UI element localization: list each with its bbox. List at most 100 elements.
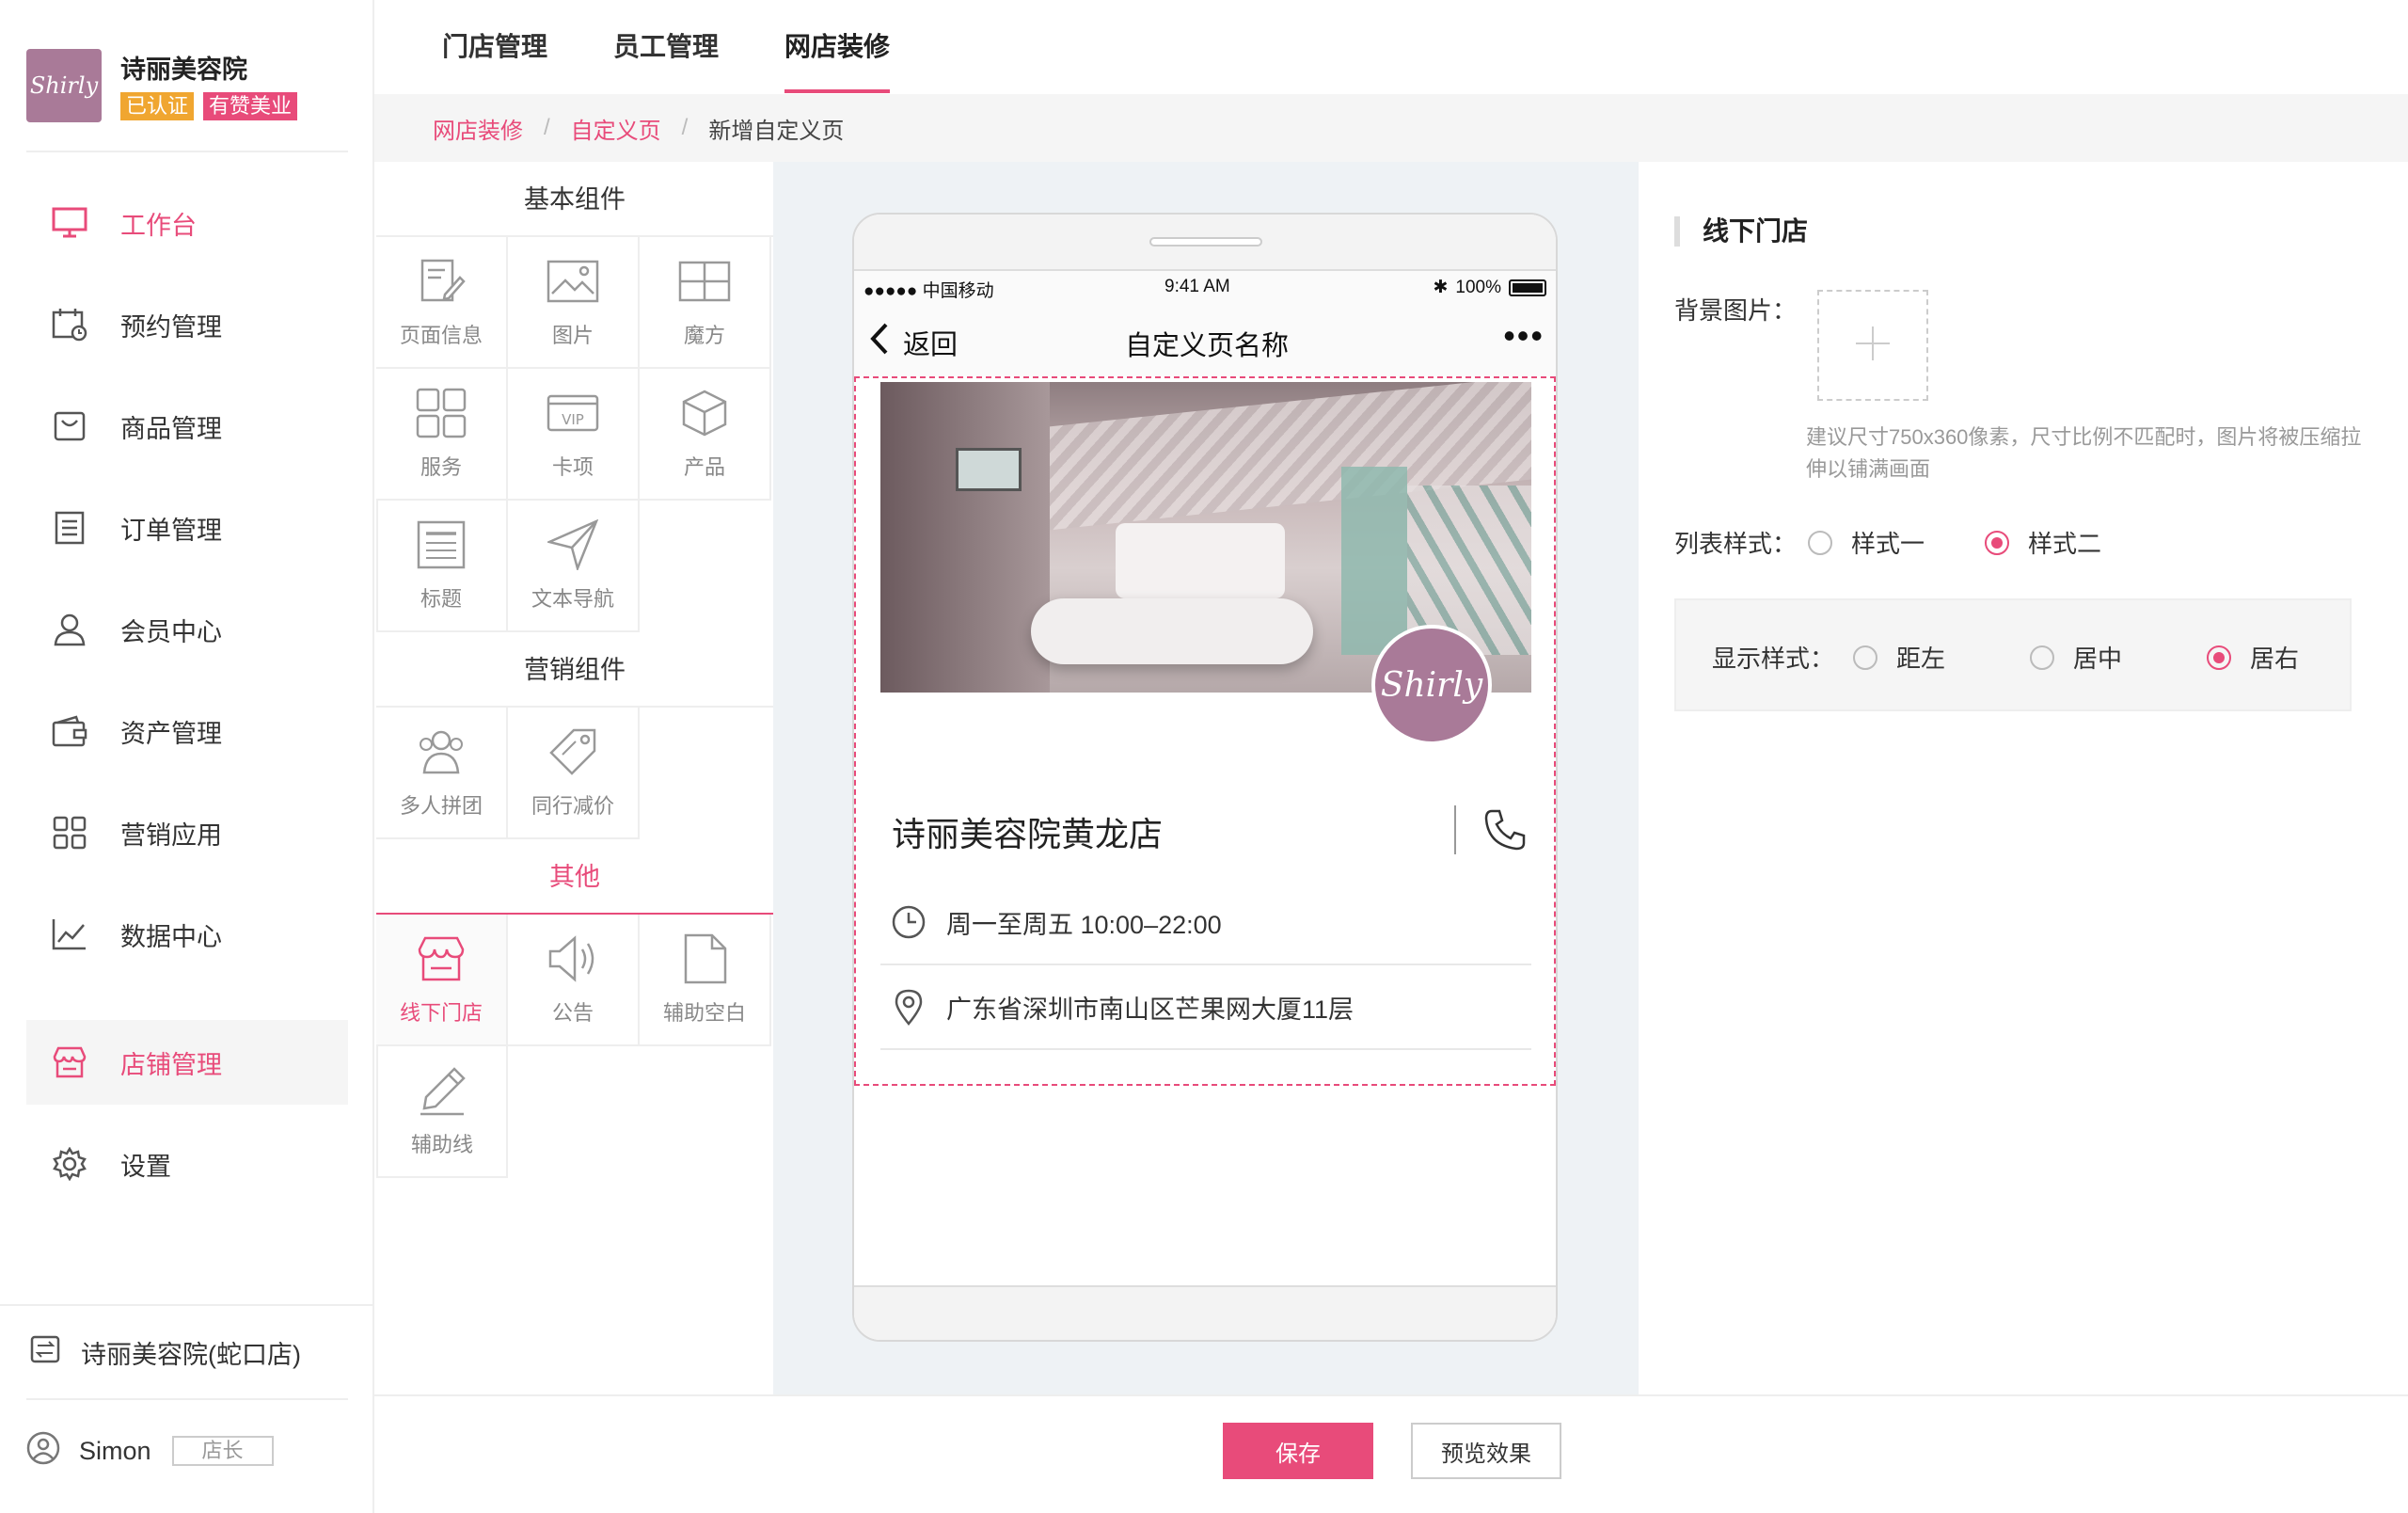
sidebar-item-label: 设置: [120, 1152, 171, 1181]
back-button[interactable]: 返回: [867, 322, 958, 363]
sidebar-item-label: 订单管理: [120, 516, 222, 545]
battery-status: ✱ 100%: [1433, 277, 1546, 298]
component-text-nav[interactable]: 文本导航: [508, 501, 640, 632]
radio-button[interactable]: [1808, 530, 1832, 555]
group-users-icon: [415, 725, 467, 778]
component-page-info[interactable]: 页面信息: [376, 237, 508, 369]
sidebar-item-members[interactable]: 会员中心: [26, 587, 348, 672]
sidebar-item-orders[interactable]: 订单管理: [26, 486, 348, 570]
status-time: 9:41 AM: [1164, 277, 1230, 296]
component-label: 辅助空白: [662, 1001, 746, 1025]
settings-panel: 线下门店 背景图片： 建议尺寸750x360像素，尺寸比例不匹配时，图片将被压缩…: [1639, 162, 2408, 1394]
phone-page-title: 自定义页名称: [1124, 331, 1289, 361]
display-style-right[interactable]: 居右: [2207, 640, 2299, 675]
component-label: 页面信息: [399, 324, 483, 347]
radio-label: 样式二: [2028, 530, 2102, 558]
sidebar-item-store[interactable]: 店铺管理: [26, 1020, 348, 1105]
component-label: 图片: [551, 324, 594, 347]
box-icon: [678, 387, 731, 439]
settings-section-title: 线下门店: [1674, 216, 1808, 247]
radio-label: 距左: [1896, 645, 1946, 673]
list-style-option-1[interactable]: 样式一: [1808, 525, 1925, 560]
top-nav: 门店管理 员工管理 网店装修: [374, 0, 2408, 94]
more-icon[interactable]: •••: [1503, 316, 1545, 356]
vip-card-icon: VIP: [547, 387, 599, 439]
component-magic-cube[interactable]: 魔方: [640, 237, 771, 369]
sidebar-item-settings[interactable]: 设置: [26, 1122, 348, 1206]
component-price-match[interactable]: 同行减价: [508, 708, 640, 839]
component-label: 产品: [683, 455, 725, 479]
background-image-hint: 建议尺寸750x360像素，尺寸比例不匹配时，图片将被压缩拉伸以铺满画面: [1806, 425, 2362, 481]
component-image[interactable]: 图片: [508, 237, 640, 369]
sidebar-item-data[interactable]: 数据中心: [26, 892, 348, 977]
sidebar-item-marketing[interactable]: 营销应用: [26, 790, 348, 875]
sidebar-item-label: 预约管理: [120, 312, 222, 342]
bluetooth-icon: ✱: [1433, 278, 1449, 297]
component-label: 线下门店: [399, 1001, 483, 1025]
sidebar-item-label: 工作台: [120, 211, 197, 240]
preview-button[interactable]: 预览效果: [1411, 1423, 1561, 1479]
display-style-left[interactable]: 距左: [1853, 640, 1945, 675]
chevron-left-icon: [867, 322, 890, 363]
component-heading[interactable]: 标题: [376, 501, 508, 632]
chart-icon: [51, 916, 88, 953]
component-service[interactable]: 服务: [376, 369, 508, 501]
brand-name: 诗丽美容院: [120, 56, 247, 84]
component-label: 卡项: [551, 455, 594, 479]
breadcrumb-decoration[interactable]: 网店装修: [433, 112, 523, 145]
basic-components-title: 基本组件: [376, 162, 773, 237]
sidebar-item-products[interactable]: 商品管理: [26, 384, 348, 469]
component-label: 标题: [420, 587, 462, 611]
tab-staff-management[interactable]: 员工管理: [613, 26, 719, 64]
save-button[interactable]: 保存: [1223, 1423, 1373, 1479]
display-style-box: 显示样式： 距左 居中 居右: [1674, 598, 2352, 711]
other-components-title: 其他: [376, 839, 773, 915]
sidebar-item-label: 数据中心: [120, 922, 222, 951]
selected-component-outline[interactable]: [854, 376, 1556, 1086]
user-profile[interactable]: Simon 店长: [26, 1398, 348, 1502]
svg-text:VIP: VIP: [562, 411, 584, 428]
component-blank[interactable]: 辅助空白: [640, 915, 771, 1046]
sidebar-item-label: 商品管理: [120, 414, 222, 443]
phone-bottom-bezel: [854, 1285, 1556, 1340]
radio-button[interactable]: [1853, 645, 1877, 670]
radio-label: 居中: [2073, 645, 2123, 673]
component-group-buy[interactable]: 多人拼团: [376, 708, 508, 839]
radio-button-selected[interactable]: [1985, 530, 2009, 555]
list-style-option-2[interactable]: 样式二: [1985, 525, 2101, 560]
sidebar-item-label: 营销应用: [120, 820, 222, 850]
component-label: 文本导航: [531, 587, 614, 611]
sidebar-item-booking[interactable]: 预约管理: [26, 282, 348, 367]
display-style-center[interactable]: 居中: [2030, 640, 2122, 675]
component-label: 服务: [420, 455, 462, 479]
active-tab-indicator: [784, 89, 890, 93]
background-image-upload[interactable]: [1817, 290, 1928, 401]
breadcrumb-custom-page[interactable]: 自定义页: [571, 112, 661, 145]
image-icon: [547, 255, 599, 308]
sidebar-item-label: 店铺管理: [120, 1050, 222, 1079]
store-switch[interactable]: 诗丽美容院(蛇口店): [0, 1304, 374, 1398]
component-divider-line[interactable]: 辅助线: [376, 1046, 508, 1178]
radio-label: 居右: [2250, 645, 2300, 673]
component-label: 多人拼团: [399, 794, 483, 818]
component-notice[interactable]: 公告: [508, 915, 640, 1046]
component-product[interactable]: 产品: [640, 369, 771, 501]
list-style-label: 列表样式：: [1674, 530, 1798, 558]
sidebar-item-workbench[interactable]: 工作台: [26, 181, 348, 265]
breadcrumb: 网店装修 / 自定义页 / 新增自定义页: [374, 94, 2408, 162]
heading-icon: [415, 518, 467, 571]
grid-icon: [51, 814, 88, 852]
sidebar-item-assets[interactable]: 资产管理: [26, 689, 348, 773]
partner-badge: 有赞美业: [203, 92, 298, 120]
switch-icon: [30, 1335, 60, 1370]
radio-button[interactable]: [2030, 645, 2054, 670]
component-offline-store[interactable]: 线下门店: [376, 915, 508, 1046]
tab-shop-decoration[interactable]: 网店装修: [784, 26, 890, 64]
breadcrumb-separator: /: [544, 115, 550, 140]
background-image-label: 背景图片：: [1674, 296, 1798, 325]
tab-store-management[interactable]: 门店管理: [442, 26, 547, 64]
component-card[interactable]: VIP 卡项: [508, 369, 640, 501]
radio-button-selected[interactable]: [2207, 645, 2231, 670]
verified-badge: 已认证: [120, 92, 195, 120]
radio-label: 样式一: [1851, 530, 1925, 558]
